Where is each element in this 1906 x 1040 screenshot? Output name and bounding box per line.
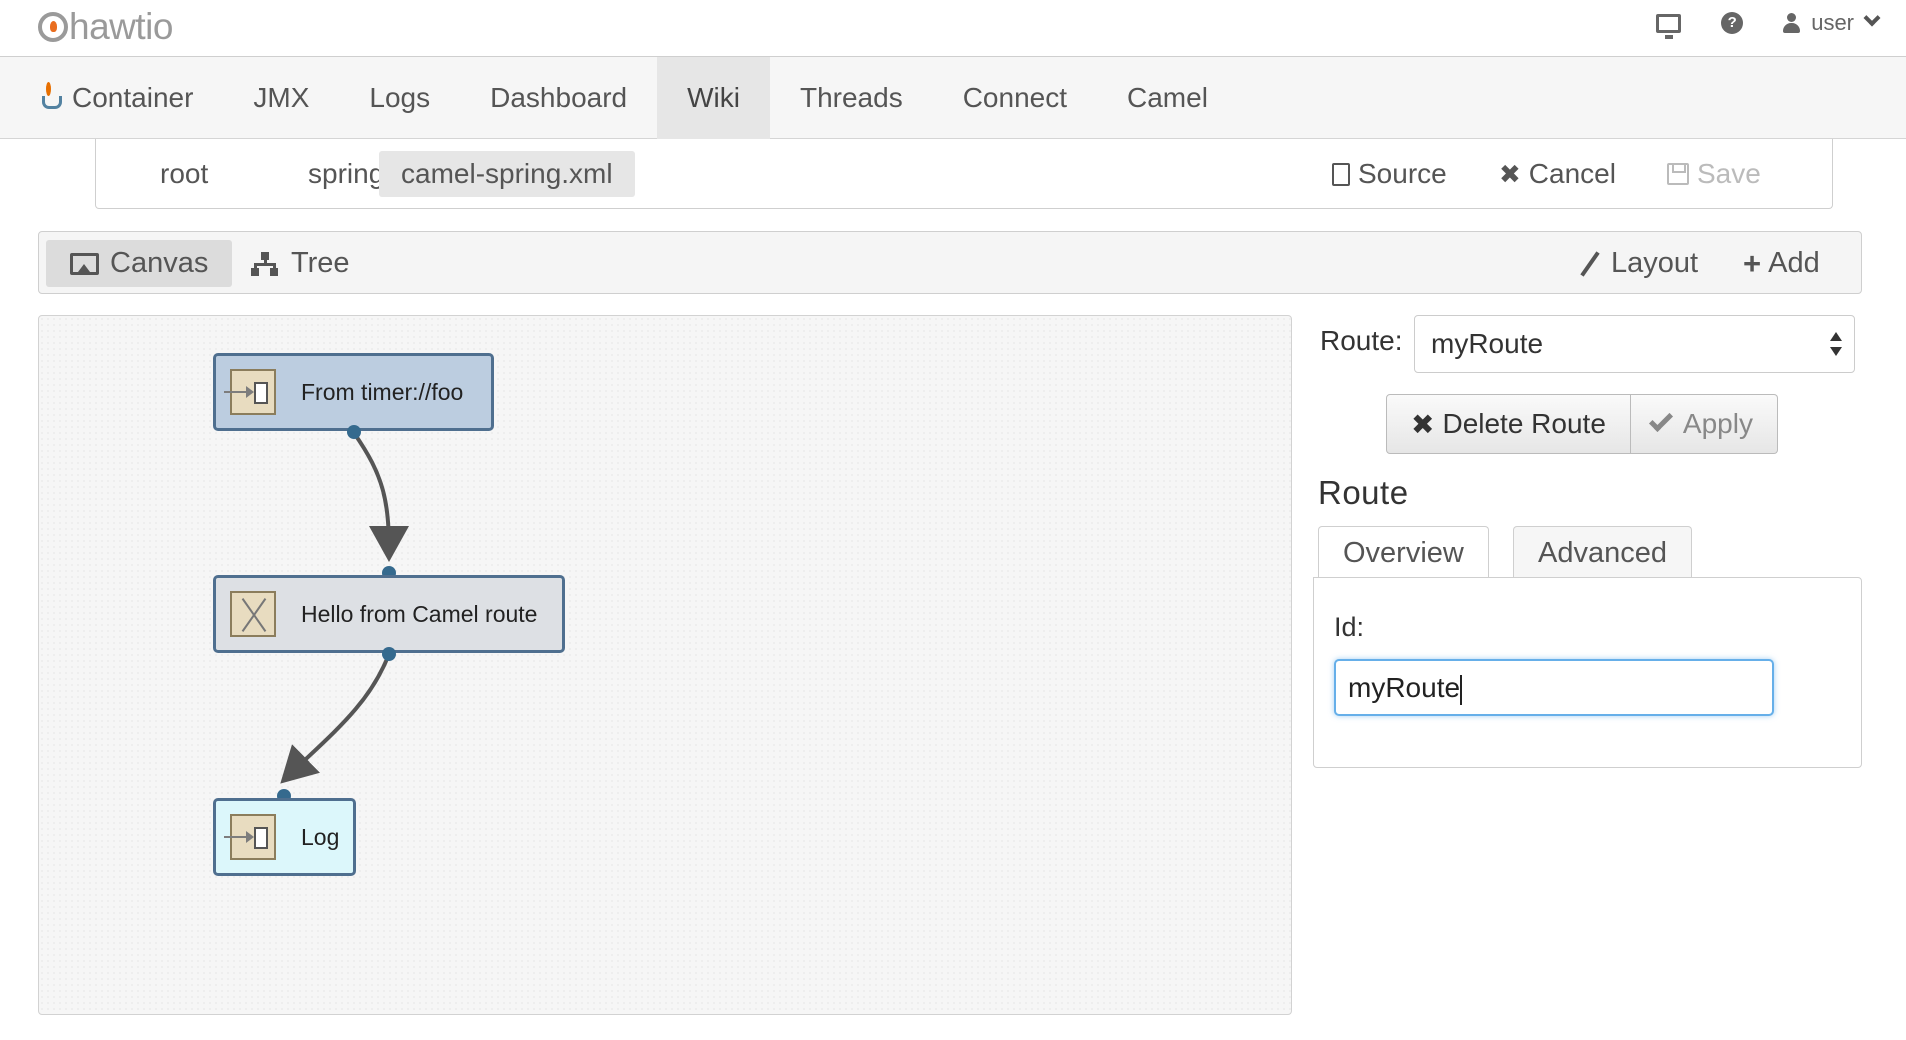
nav-item-connect[interactable]: Connect <box>933 57 1097 139</box>
tree-label: Tree <box>291 247 350 279</box>
canvas-label: Canvas <box>110 247 209 279</box>
edge-processor-to-log <box>280 653 391 784</box>
user-menu[interactable]: user <box>1783 9 1881 36</box>
hawtio-logo[interactable]: hawtio <box>38 6 173 48</box>
source-label: Source <box>1358 158 1447 189</box>
chevron-down-icon <box>1863 9 1881 27</box>
file-icon <box>1332 162 1350 186</box>
canvas-view-button[interactable]: Canvas <box>46 240 233 287</box>
route-node-log[interactable]: Log <box>213 798 356 876</box>
nav-item-threads[interactable]: Threads <box>770 57 933 139</box>
section-title: Route <box>1318 474 1409 511</box>
save-icon <box>1667 163 1689 185</box>
nav-item-label: Logs <box>369 82 431 113</box>
nav-item-label: Container <box>72 82 194 113</box>
main-nav: Container JMX Logs Dashboard Wiki Thread… <box>0 57 1906 139</box>
diagram-toolbar: Canvas Tree Layout + Add <box>38 231 1862 294</box>
text-cursor <box>1460 674 1463 705</box>
monitor-icon[interactable] <box>1656 13 1682 39</box>
logo-text: hawtio <box>69 6 173 47</box>
node-label: Log <box>301 823 340 850</box>
user-label: user <box>1811 10 1854 35</box>
nav-item-label: JMX <box>253 82 310 113</box>
close-icon: ✖ <box>1411 408 1435 440</box>
route-canvas[interactable]: From timer://foo Hello from Camel route … <box>38 315 1292 1015</box>
tab-advanced[interactable]: Advanced <box>1513 526 1692 579</box>
nav-item-label: Camel <box>1127 82 1208 113</box>
node-label: From timer://foo <box>301 378 464 405</box>
cancel-button[interactable]: ✖ Cancel <box>1499 151 1616 197</box>
breadcrumb-file[interactable]: camel-spring.xml <box>379 151 635 197</box>
close-icon: ✖ <box>1499 159 1521 189</box>
id-input[interactable]: myRoute <box>1334 659 1774 716</box>
nav-item-label: Threads <box>799 82 903 113</box>
delete-route-label: Delete Route <box>1442 408 1606 439</box>
route-select[interactable]: myRoute <box>1414 315 1855 373</box>
add-label: Add <box>1768 247 1820 279</box>
save-button[interactable]: Save <box>1667 151 1761 197</box>
id-input-value: myRoute <box>1348 672 1461 703</box>
nav-item-camel[interactable]: Camel <box>1097 57 1238 139</box>
save-label: Save <box>1697 158 1761 189</box>
breadcrumb-root[interactable]: root <box>138 151 230 197</box>
tree-view-button[interactable]: Tree <box>227 240 374 287</box>
id-field-label: Id: <box>1334 612 1365 642</box>
layout-button[interactable]: Layout <box>1554 240 1722 287</box>
processor-icon <box>230 591 276 637</box>
nav-item-label: Dashboard <box>490 82 628 113</box>
edge-from-to-processor <box>352 431 409 562</box>
log-icon <box>224 814 276 860</box>
node-label: Hello from Camel route <box>301 600 538 627</box>
nav-item-jmx[interactable]: JMX <box>223 57 339 139</box>
connector-dot[interactable] <box>382 647 396 661</box>
add-button[interactable]: + Add <box>1719 240 1844 287</box>
endpoint-icon <box>224 369 276 415</box>
route-node-processor[interactable]: Hello from Camel route <box>213 575 565 653</box>
java-icon <box>38 82 62 114</box>
hawtio-logo-icon <box>38 12 68 42</box>
nav-item-label: Connect <box>962 82 1067 113</box>
top-bar: hawtio ? user <box>0 0 1906 57</box>
apply-label: Apply <box>1682 408 1753 439</box>
nav-item-container[interactable]: Container <box>8 57 223 139</box>
nav-item-label: Wiki <box>687 82 740 113</box>
check-icon <box>1648 407 1673 433</box>
apply-button[interactable]: Apply <box>1630 394 1778 454</box>
cancel-label: Cancel <box>1528 158 1616 189</box>
route-select-value: myRoute <box>1431 328 1544 359</box>
route-select-label: Route: <box>1320 325 1403 356</box>
route-action-buttons: ✖ Delete Route Apply <box>1386 394 1778 454</box>
help-icon[interactable]: ? <box>1721 12 1744 34</box>
layout-label: Layout <box>1611 247 1699 279</box>
source-button[interactable]: Source <box>1332 151 1447 197</box>
nav-item-wiki[interactable]: Wiki <box>657 57 770 139</box>
nav-item-dashboard[interactable]: Dashboard <box>460 57 657 139</box>
nav-item-logs[interactable]: Logs <box>339 57 460 139</box>
tab-overview[interactable]: Overview <box>1318 526 1489 579</box>
route-node-from[interactable]: From timer://foo <box>213 353 494 431</box>
sitemap-icon <box>251 251 280 276</box>
picture-icon <box>70 252 99 275</box>
user-icon <box>1783 13 1801 33</box>
magic-wand-icon <box>1578 252 1602 276</box>
delete-route-button[interactable]: ✖ Delete Route <box>1386 394 1631 454</box>
select-arrows-icon <box>1830 332 1842 356</box>
breadcrumb: root spring camel-spring.xml Source ✖ Ca… <box>95 139 1833 209</box>
plus-icon: + <box>1743 245 1762 281</box>
top-right-menu: ? user <box>1616 9 1881 39</box>
connector-dot[interactable] <box>347 425 361 439</box>
